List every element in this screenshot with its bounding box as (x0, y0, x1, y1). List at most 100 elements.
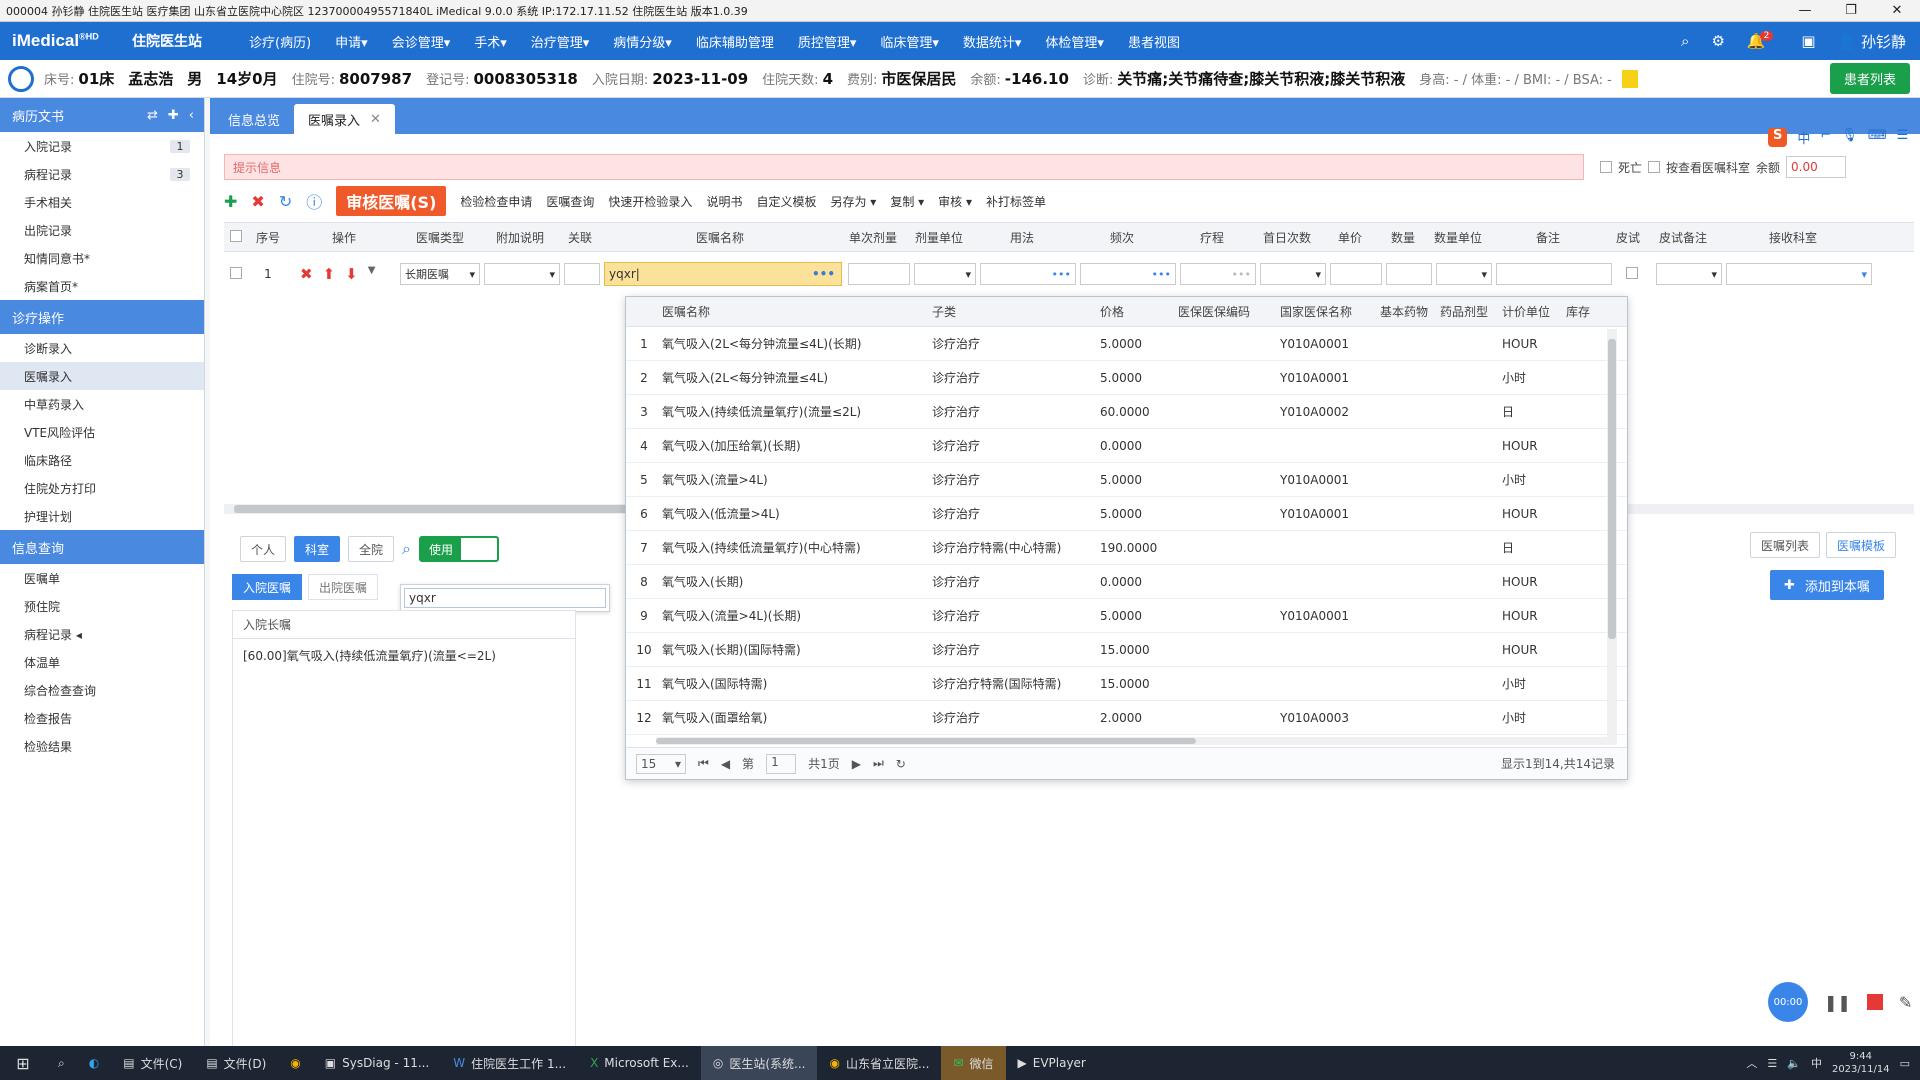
template-search-input[interactable]: yqxr (404, 588, 606, 608)
patient-avatar[interactable] (8, 65, 34, 92)
sidebar-item[interactable]: VTE风险评估 (0, 418, 204, 446)
order-list-button[interactable]: 医嘱列表 (1750, 532, 1821, 558)
chrome-icon[interactable]: ◉ (278, 1046, 312, 1080)
sidebar-item[interactable]: 预住院 (0, 592, 204, 620)
close-tab-icon[interactable]: ✕ (370, 112, 381, 127)
delete-row-icon[interactable]: ✖ (300, 265, 313, 283)
menu-item[interactable]: 会诊管理▾ (380, 32, 463, 51)
search-icon[interactable]: ⌕ (1681, 32, 1689, 50)
link-field[interactable] (564, 263, 600, 285)
sidebar-item[interactable]: 入院记录 1 (0, 132, 204, 160)
sidebar-item[interactable]: 临床路径 (0, 446, 204, 474)
ime-mode-icon[interactable]: 中 (1797, 128, 1810, 147)
dose-field[interactable] (848, 263, 910, 285)
order-query-button[interactable]: 医嘱查询 (546, 193, 594, 210)
window-icon[interactable]: ▣ (1801, 32, 1815, 50)
pause-icon[interactable]: ❚❚ (1824, 993, 1851, 1012)
amount-field[interactable]: 0.00 (1786, 156, 1847, 178)
recorder-timer[interactable]: 00:00 (1768, 982, 1808, 1022)
menu-item[interactable]: 诊疗(病历) (237, 32, 323, 51)
maximize-icon[interactable]: ❐ (1828, 3, 1874, 18)
sidebar-item[interactable]: 手术相关 (0, 188, 204, 216)
dropdown-row[interactable]: 1 氧气吸入(2L<每分钟流量≤4L)(长期) 诊疗治疗 5.0000 Y010A000… (626, 327, 1627, 361)
more-icon[interactable]: ••• (812, 267, 835, 281)
order-type-select[interactable]: 长期医嘱 ▾ (400, 263, 480, 285)
row-checkbox[interactable] (224, 266, 248, 282)
minimize-icon[interactable]: — (1782, 3, 1828, 18)
add-icon[interactable]: ✚ (224, 192, 237, 211)
move-down-icon[interactable]: ⬇ (345, 265, 358, 283)
menu-item[interactable]: 体检管理▾ (1033, 32, 1116, 51)
close-window-icon[interactable]: ✕ (1874, 3, 1920, 18)
dropdown-row[interactable]: 12 氧气吸入(面罩给氧) 诊疗治疗 2.0000 Y010A0003 小时 (626, 701, 1627, 735)
menu-icon[interactable]: ☰ (1897, 128, 1909, 147)
menu-item[interactable]: 数据统计▾ (951, 32, 1034, 51)
dropdown-row[interactable]: 7 氧气吸入(持续低流量氧疗)(中心特需) 诊疗治疗特需(中心特需) 190.0000… (626, 531, 1627, 565)
taskbar-app-active[interactable]: ◎ 医生站(系统... (700, 1046, 818, 1080)
dropdown-row[interactable]: 2 氧气吸入(2L<每分钟流量≤4L) 诊疗治疗 5.0000 Y010A0001 小时 (626, 361, 1627, 395)
info-icon[interactable]: ⓘ (306, 189, 322, 213)
network-icon[interactable]: ☰ (1767, 1057, 1777, 1070)
taskbar-app[interactable]: W 住院医生工作 1... (441, 1046, 578, 1080)
punctuation-icon[interactable]: ⌐ (1820, 128, 1831, 147)
receive-dept-select[interactable]: ▾ (1726, 263, 1872, 285)
sidebar-item[interactable]: 病程记录 3 (0, 160, 204, 188)
audit-button[interactable]: 审核 ▾ (938, 193, 972, 210)
user-menu[interactable]: 👤 孙钐静 (1838, 31, 1906, 52)
volume-icon[interactable]: 🔈 (1787, 1057, 1801, 1070)
dropdown-row[interactable]: 11 氧气吸入(国际特需) 诊疗治疗特需(国际特需) 15.0000 小时 (626, 667, 1627, 701)
delete-icon[interactable]: ✖ (251, 192, 264, 211)
tray-chevron-icon[interactable]: ︿ (1746, 1055, 1757, 1071)
template-item[interactable]: [60.00]氧气吸入(持续低流量氧疗)(流量<=2L) (233, 639, 575, 672)
dropdown-row[interactable]: 9 氧气吸入(流量>4L)(长期) 诊疗治疗 5.0000 Y010A0001 HOUR (626, 599, 1627, 633)
stop-icon[interactable] (1866, 994, 1883, 1010)
collapse-icon[interactable]: ‹ (189, 108, 194, 123)
review-order-button[interactable]: 审核医嘱(S) (336, 186, 447, 216)
edge-icon[interactable]: ◐ (77, 1046, 111, 1080)
menu-item[interactable]: 治疗管理▾ (519, 32, 602, 51)
scroll-thumb[interactable] (656, 738, 1196, 744)
menu-item[interactable]: 手术▾ (462, 32, 519, 51)
copy-button[interactable]: 复制 ▾ (890, 193, 924, 210)
filter-dept-button[interactable]: 科室 (294, 536, 341, 562)
menu-item[interactable]: 患者视图 (1116, 32, 1192, 51)
dept-checkbox[interactable] (1648, 161, 1661, 173)
tab-admission-orders[interactable]: 入院医嘱 (232, 574, 303, 600)
next-page-icon[interactable]: ▶ (852, 757, 861, 771)
sidebar-section-header[interactable]: 信息查询 (0, 530, 204, 564)
taskbar-app[interactable]: ◉ 山东省立医院... (817, 1046, 941, 1080)
taskbar-clock[interactable]: 9:44 2023/11/14 (1832, 1050, 1890, 1076)
sidebar-item[interactable]: 综合检查查询 (0, 676, 204, 704)
gear-icon[interactable]: ⚙ (1711, 32, 1724, 50)
reprint-label-button[interactable]: 补打标签单 (986, 193, 1046, 210)
quick-lab-button[interactable]: 快速开检验录入 (608, 193, 692, 210)
menu-item[interactable]: 质控管理▾ (786, 32, 869, 51)
menu-item[interactable]: 临床管理▾ (868, 32, 951, 51)
swap-icon[interactable]: ⇄ (147, 108, 158, 123)
taskbar-app[interactable]: ▶ EVPlayer (1006, 1046, 1098, 1080)
lab-request-button[interactable]: 检验检查申请 (460, 193, 532, 210)
first-page-icon[interactable]: ⏮ (698, 756, 709, 771)
sidebar-section-header[interactable]: 诊疗操作 (0, 300, 204, 334)
prev-page-icon[interactable]: ◀ (721, 757, 730, 771)
custom-template-button[interactable]: 自定义模板 (756, 193, 816, 210)
search-icon[interactable]: ⌕ (402, 539, 411, 559)
taskbar-app[interactable]: ▤ 文件(D) (194, 1046, 278, 1080)
filter-personal-button[interactable]: 个人 (240, 536, 287, 562)
plus-icon[interactable]: ✚ (168, 108, 179, 123)
page-size-select[interactable]: 15 ▾ (636, 753, 686, 774)
ime-indicator-icon[interactable]: 中 (1811, 1055, 1822, 1071)
sidebar-item[interactable]: 病案首页* (0, 272, 204, 300)
dropdown-vertical-scrollbar[interactable] (1607, 329, 1617, 745)
taskbar-app[interactable]: ▣ SysDiag - 11... (313, 1046, 442, 1080)
tab-overview[interactable]: 信息总览 (214, 104, 294, 134)
order-name-search-input[interactable]: yqxr | ••• (604, 262, 842, 286)
sidebar-item[interactable]: 体温单 (0, 648, 204, 676)
sidebar-section-header[interactable]: 病历文书 ⇄ ✚ ‹ (0, 98, 204, 132)
dropdown-horizontal-scrollbar[interactable] (656, 737, 1616, 745)
manual-button[interactable]: 说明书 (706, 193, 742, 210)
sidebar-item[interactable]: 医嘱单 (0, 564, 204, 592)
course-field[interactable]: ••• (1180, 263, 1256, 285)
bell-icon[interactable]: 🔔2 (1747, 31, 1779, 50)
tab-discharge-orders[interactable]: 出院医嘱 (308, 574, 379, 600)
